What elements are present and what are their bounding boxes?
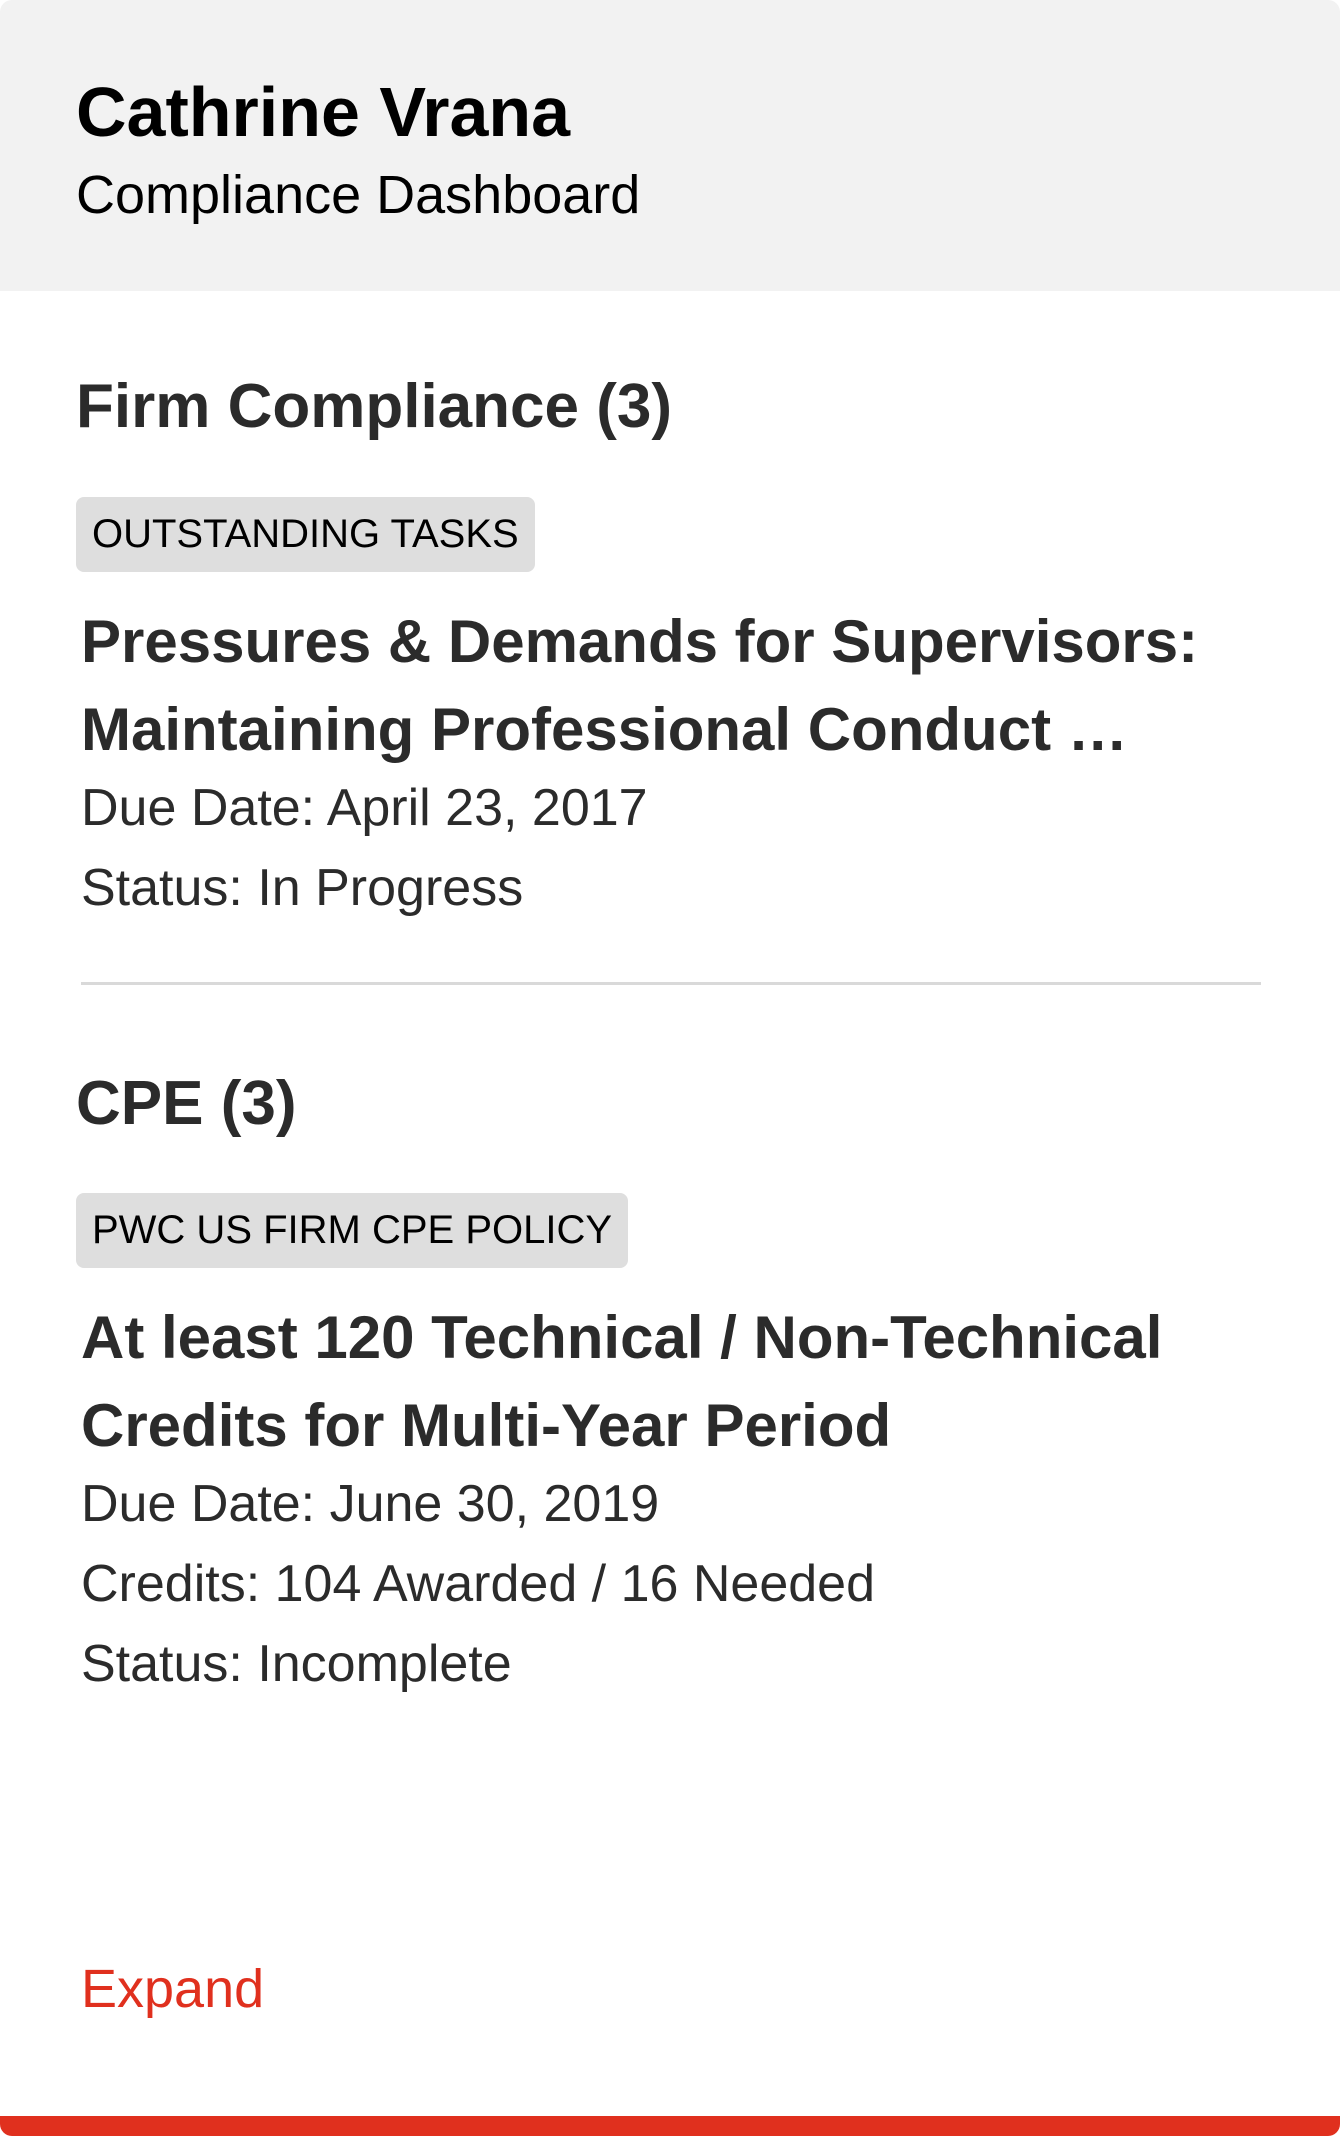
compliance-card: Cathrine Vrana Compliance Dashboard Firm… [0, 0, 1340, 2136]
firm-compliance-title: Firm Compliance (3) [76, 372, 672, 441]
user-name: Cathrine Vrana [76, 73, 571, 151]
cpe-status: Status: Incomplete [81, 1635, 512, 1693]
task-status: Status: In Progress [81, 859, 524, 917]
task-title-line-2[interactable]: Maintaining Professional Conduct … [81, 686, 1261, 774]
cpe-credits: Credits: 104 Awarded / 16 Needed [81, 1555, 876, 1613]
dashboard-subtitle: Compliance Dashboard [76, 165, 641, 225]
section-divider [81, 982, 1261, 985]
card-header: Cathrine Vrana Compliance Dashboard [0, 0, 1340, 291]
cpe-policy-tag: PWC US FIRM CPE POLICY [76, 1193, 629, 1268]
cpe-title: CPE (3) [76, 1069, 297, 1138]
cpe-item-title-line-2[interactable]: Credits for Multi-Year Period [81, 1382, 1261, 1470]
task-title-line-1[interactable]: Pressures & Demands for Supervisors: [81, 598, 1261, 686]
outstanding-tasks-tag: OUTSTANDING TASKS [76, 497, 535, 572]
task-due-date: Due Date: April 23, 2017 [81, 779, 648, 837]
cpe-item-title-line-1[interactable]: At least 120 Technical / Non-Technical [81, 1294, 1261, 1382]
cpe-due-date: Due Date: June 30, 2019 [81, 1475, 660, 1533]
expand-link[interactable]: Expand [81, 1958, 264, 2020]
accent-bottom-bar [0, 2116, 1340, 2136]
